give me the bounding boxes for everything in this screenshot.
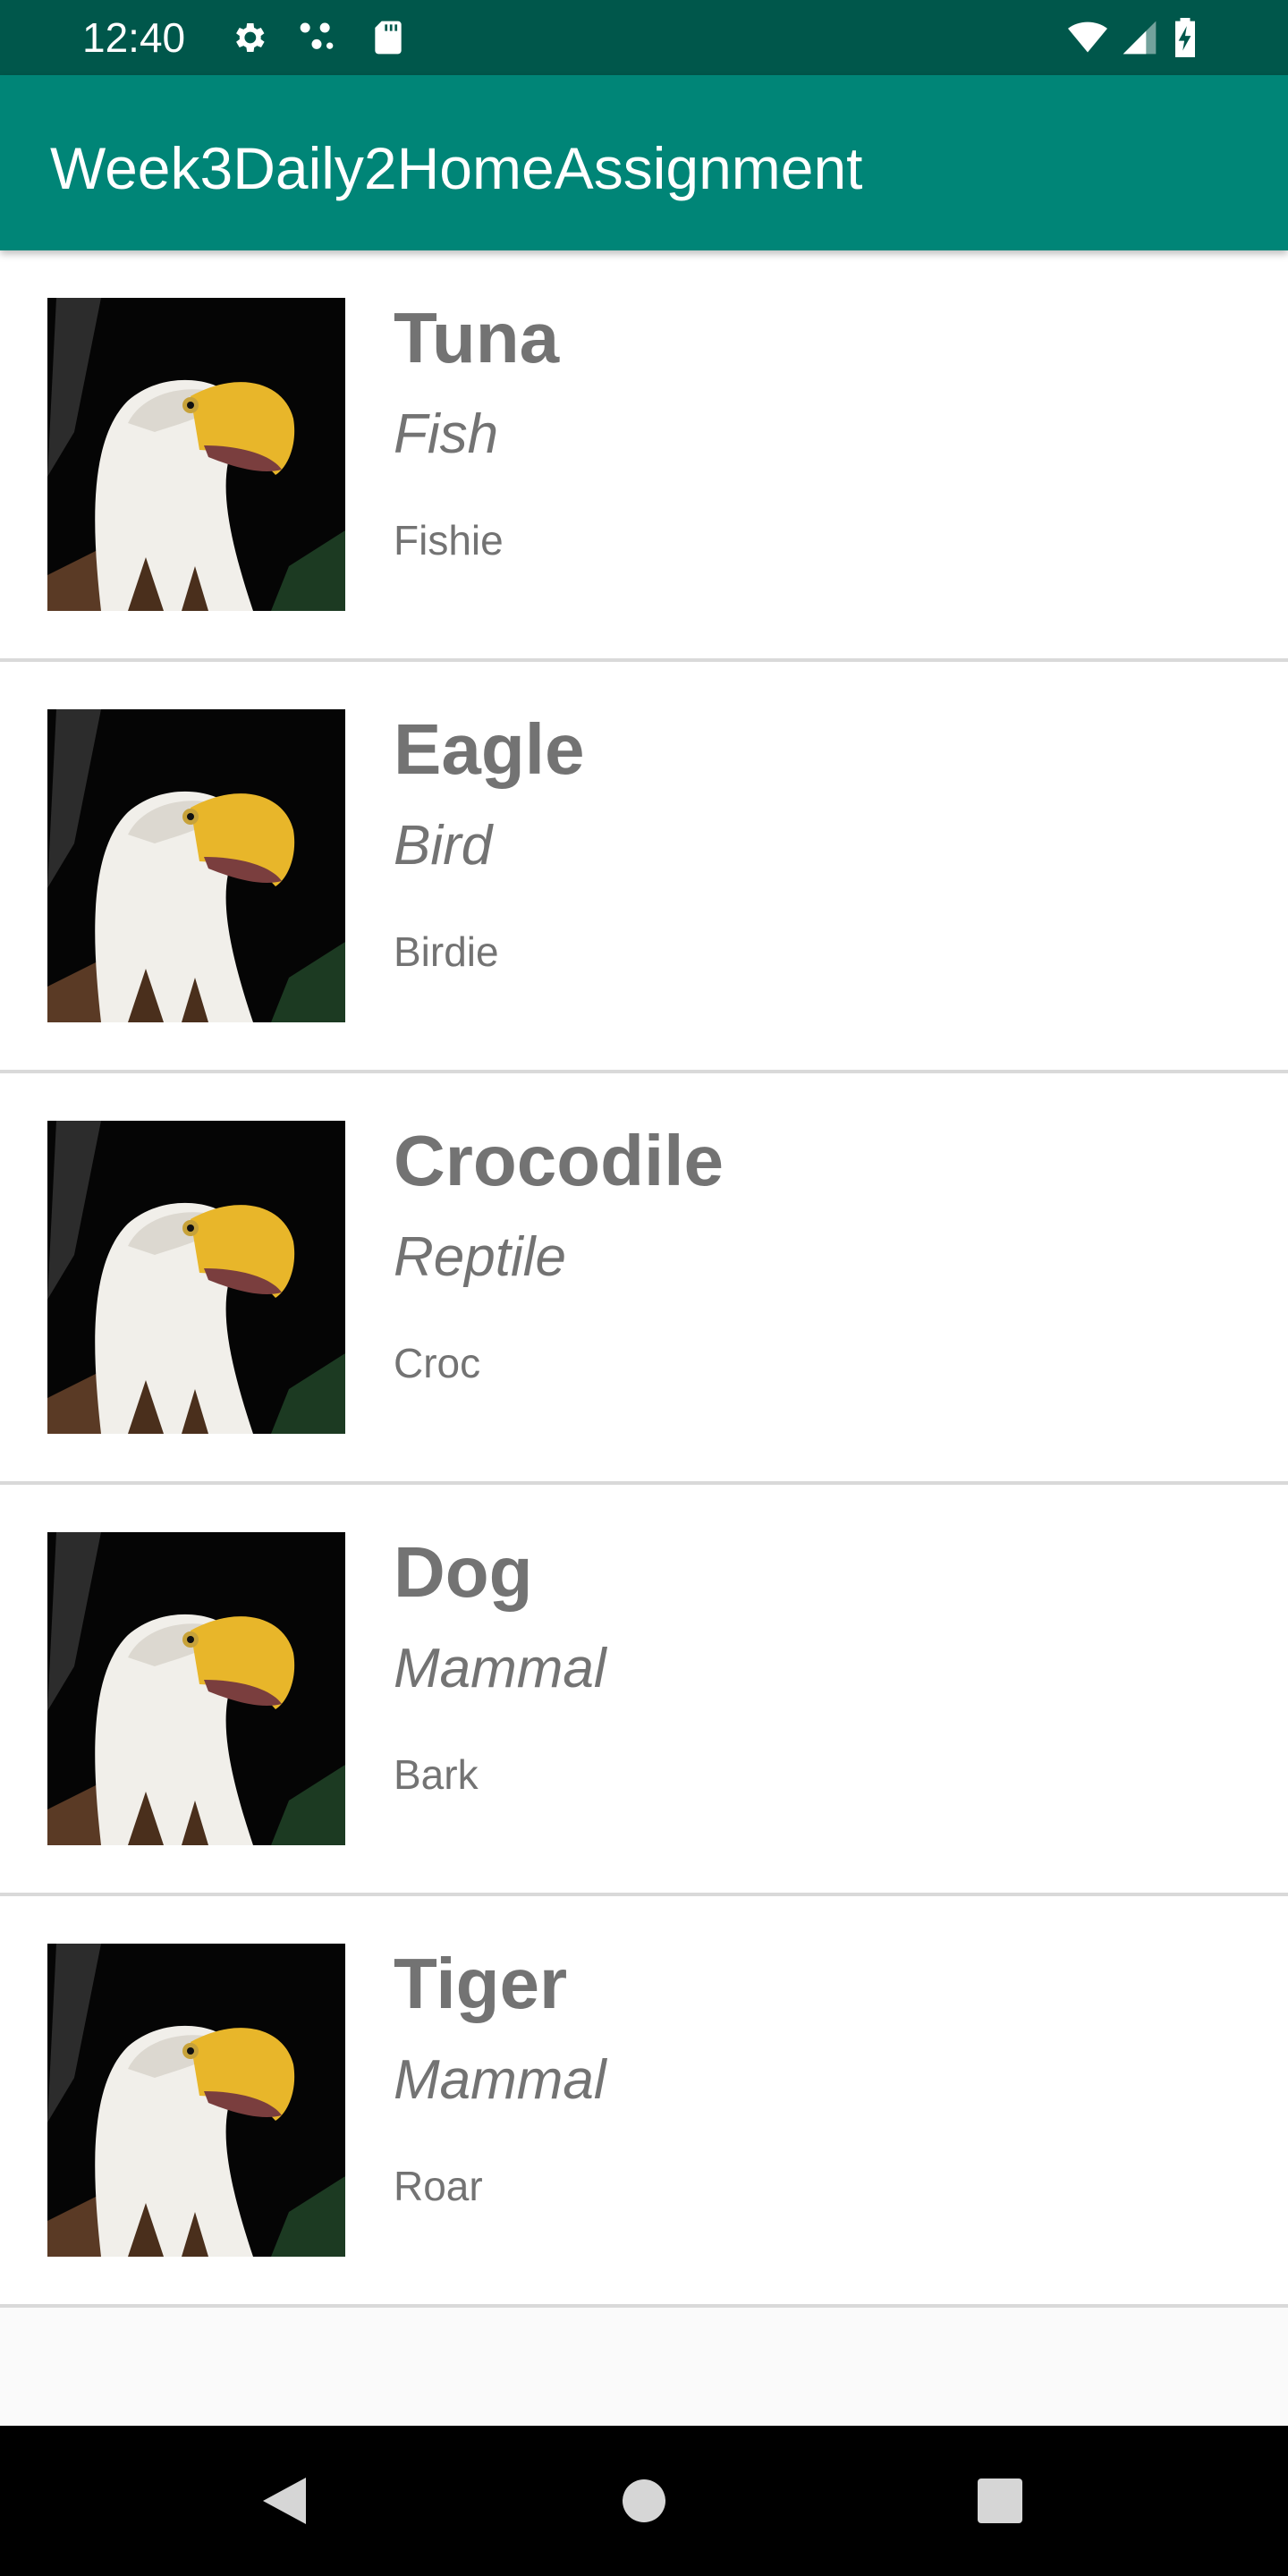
animal-name: Eagle (394, 709, 585, 789)
battery-charging-icon (1172, 18, 1204, 57)
recents-button[interactable] (911, 2426, 1089, 2576)
wifi-icon (1063, 18, 1113, 57)
status-bar: 12:40 (0, 0, 1288, 75)
home-button[interactable] (555, 2426, 733, 2576)
list-item[interactable]: Eagle Bird Birdie (0, 662, 1288, 1073)
list-item[interactable]: Dog Mammal Bark (0, 1485, 1288, 1896)
animal-nickname: Birdie (394, 928, 499, 975)
animal-nickname: Bark (394, 1751, 479, 1798)
signal-icon (1118, 18, 1161, 57)
animal-list: Tuna Fish Fishie Eagle Bird Birdie Croco… (0, 250, 1288, 2308)
list-item[interactable]: Tiger Mammal Roar (0, 1896, 1288, 2308)
animal-nickname: Croc (394, 1340, 481, 1386)
animal-name: Tiger (394, 1944, 568, 2023)
animal-nickname: Fishie (394, 517, 504, 564)
animal-category: Fish (394, 403, 499, 465)
list-item[interactable]: Tuna Fish Fishie (0, 250, 1288, 662)
eagle-image (47, 298, 345, 611)
animal-name: Tuna (394, 298, 560, 377)
app-title: Week3Daily2HomeAssignment (50, 135, 863, 201)
back-button[interactable] (195, 2426, 374, 2576)
recents-icon (978, 2479, 1022, 2523)
navigation-bar (0, 2426, 1288, 2576)
app-bar: Week3Daily2HomeAssignment (0, 75, 1288, 250)
animal-category: Reptile (394, 1226, 566, 1288)
animal-category: Mammal (394, 2049, 606, 2111)
gear-icon (227, 18, 270, 57)
eagle-image (47, 1532, 345, 1845)
back-icon (263, 2478, 306, 2524)
eagle-image (47, 1944, 345, 2257)
animal-category: Mammal (394, 1638, 606, 1699)
eagle-image (47, 709, 345, 1022)
animal-name: Crocodile (394, 1121, 724, 1200)
animal-category: Bird (394, 815, 493, 877)
eagle-image (47, 1121, 345, 1434)
status-time: 12:40 (82, 14, 186, 61)
home-icon (623, 2479, 665, 2522)
cast-icon (295, 18, 338, 57)
list-item[interactable]: Crocodile Reptile Croc (0, 1073, 1288, 1485)
sd-card-icon (367, 18, 410, 57)
animal-nickname: Roar (394, 2163, 483, 2209)
animal-name: Dog (394, 1532, 533, 1612)
